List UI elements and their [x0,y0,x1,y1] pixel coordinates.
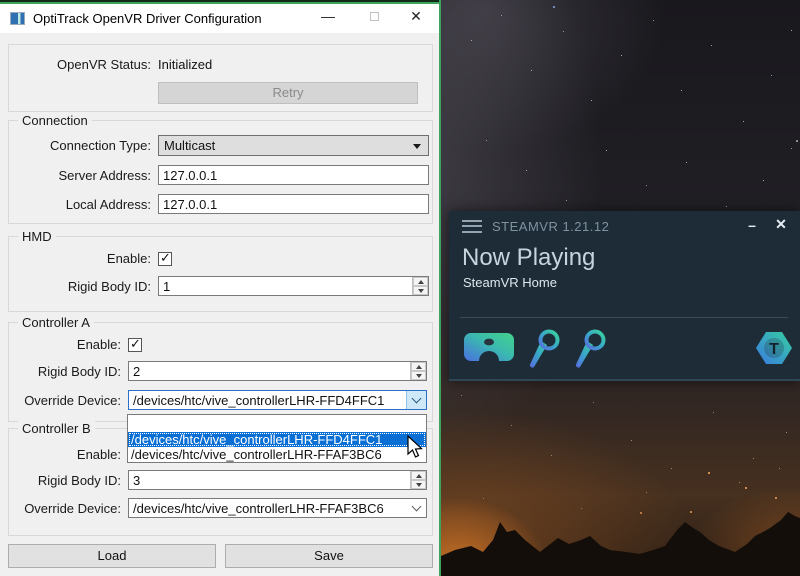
optitrack-config-dialog: OptiTrack OpenVR Driver Configuration — … [0,0,441,576]
connection-type-label: Connection Type: [9,138,158,153]
controller-a-rigid-body-input[interactable]: 2 [128,361,427,381]
hmd-rigid-body-input[interactable]: 1 [158,276,429,296]
hmd-rigid-body-label: Rigid Body ID: [9,279,158,294]
svg-text:T: T [769,341,779,358]
divider [460,317,788,318]
spinner-down-icon[interactable] [413,286,428,295]
menu-icon[interactable] [462,220,482,233]
controller-b-rigid-body-value: 3 [133,473,140,488]
controller-a-group-label: Controller A [18,315,94,330]
controller-a-group: Controller A Enable: ✓ Rigid Body ID: 2 … [8,322,433,422]
controller-a-override-value: /devices/htc/vive_controllerLHR-FFD4FFC1 [133,393,384,408]
close-button[interactable]: ✕ [401,6,431,26]
spinner[interactable] [412,277,428,295]
maximize-icon [370,12,379,21]
controller-b-rigid-body-label: Rigid Body ID: [9,473,128,488]
connection-group-label: Connection [18,113,92,128]
hmd-group: HMD Enable: ✓ Rigid Body ID: 1 [8,236,433,312]
connection-type-select[interactable]: Multicast [158,135,429,156]
controller-b-override-select[interactable]: /devices/htc/vive_controllerLHR-FFAF3BC6 [128,498,427,518]
spinner[interactable] [410,471,426,489]
controller-b-rigid-body-input[interactable]: 3 [128,470,427,490]
save-button[interactable]: Save [225,544,433,568]
controller-b-enable-label: Enable: [9,447,128,462]
hmd-enable-label: Enable: [9,251,158,266]
connection-group: Connection Connection Type: Multicast Se… [8,120,433,224]
controller-b-group-label: Controller B [18,421,95,436]
openvr-status-value: Initialized [158,57,212,72]
dialog-title: OptiTrack OpenVR Driver Configuration [33,11,262,26]
hmd-rigid-body-value: 1 [163,279,170,294]
chevron-down-icon [412,394,422,404]
screen: STEAMVR 1.21.12 – ✕ Now Playing SteamVR … [0,0,800,576]
spinner-down-icon[interactable] [411,371,426,380]
dropdown-option[interactable]: /devices/htc/vive_controllerLHR-FFAF3BC6 [128,447,426,462]
controller-icon[interactable] [525,329,563,371]
minimize-button[interactable]: – [746,219,758,231]
local-address-label: Local Address: [9,197,158,212]
combo-open-button[interactable] [406,391,426,409]
spinner-down-icon[interactable] [411,480,426,489]
hmd-enable-checkbox[interactable]: ✓ [158,252,172,266]
dropdown-arrow-icon [413,144,421,149]
spinner-up-icon[interactable] [411,362,426,371]
device-status-row: T [461,329,788,369]
load-button[interactable]: Load [8,544,216,568]
hmd-group-label: HMD [18,229,56,244]
dropdown-option-empty[interactable] [128,415,426,432]
controller-b-override-label: Override Device: [9,501,128,516]
spinner-up-icon[interactable] [413,277,428,286]
controller-a-enable-label: Enable: [9,337,128,352]
close-button[interactable]: ✕ [774,216,788,233]
steamvr-window: STEAMVR 1.21.12 – ✕ Now Playing SteamVR … [449,211,800,381]
chevron-down-icon [411,502,421,512]
openvr-status-label: OpenVR Status: [9,57,158,72]
server-address-label: Server Address: [9,168,158,183]
combo-open-button[interactable] [406,499,426,517]
status-group: OpenVR Status: Initialized Retry [8,44,433,112]
spinner-up-icon[interactable] [411,471,426,480]
controller-b-override-value: /devices/htc/vive_controllerLHR-FFAF3BC6 [133,501,384,516]
now-playing-heading: Now Playing [462,244,595,272]
spinner[interactable] [410,362,426,380]
steamvr-title: STEAMVR 1.21.12 [492,219,609,234]
controller-icon[interactable] [571,329,609,371]
override-device-dropdown-list: /devices/htc/vive_controllerLHR-FFD4FFC1… [127,414,427,463]
check-icon: ✓ [160,250,171,266]
mountain-silhouette [441,500,800,576]
app-icon [10,12,25,25]
headset-icon[interactable] [463,329,515,367]
controller-a-override-select[interactable]: /devices/htc/vive_controllerLHR-FFD4FFC1 [128,390,427,410]
running-app-name: SteamVR Home [463,275,557,290]
cursor-icon [403,434,425,460]
check-icon: ✓ [130,336,141,352]
connection-type-value: Multicast [164,138,215,153]
steamvr-titlebar: STEAMVR 1.21.12 – ✕ [449,211,800,241]
server-address-input[interactable]: 127.0.0.1 [158,165,429,185]
minimize-button[interactable]: — [313,6,343,26]
local-address-input[interactable]: 127.0.0.1 [158,194,429,214]
tracker-icon[interactable]: T [754,329,794,367]
retry-button[interactable]: Retry [158,82,418,104]
controller-a-rigid-body-value: 2 [133,364,140,379]
controller-a-rigid-body-label: Rigid Body ID: [9,364,128,379]
controller-a-override-label: Override Device: [9,393,128,408]
maximize-button[interactable] [359,6,389,26]
controller-a-enable-checkbox[interactable]: ✓ [128,338,142,352]
dropdown-option-selected[interactable]: /devices/htc/vive_controllerLHR-FFD4FFC1 [128,432,426,447]
bright-stars [441,0,443,2]
